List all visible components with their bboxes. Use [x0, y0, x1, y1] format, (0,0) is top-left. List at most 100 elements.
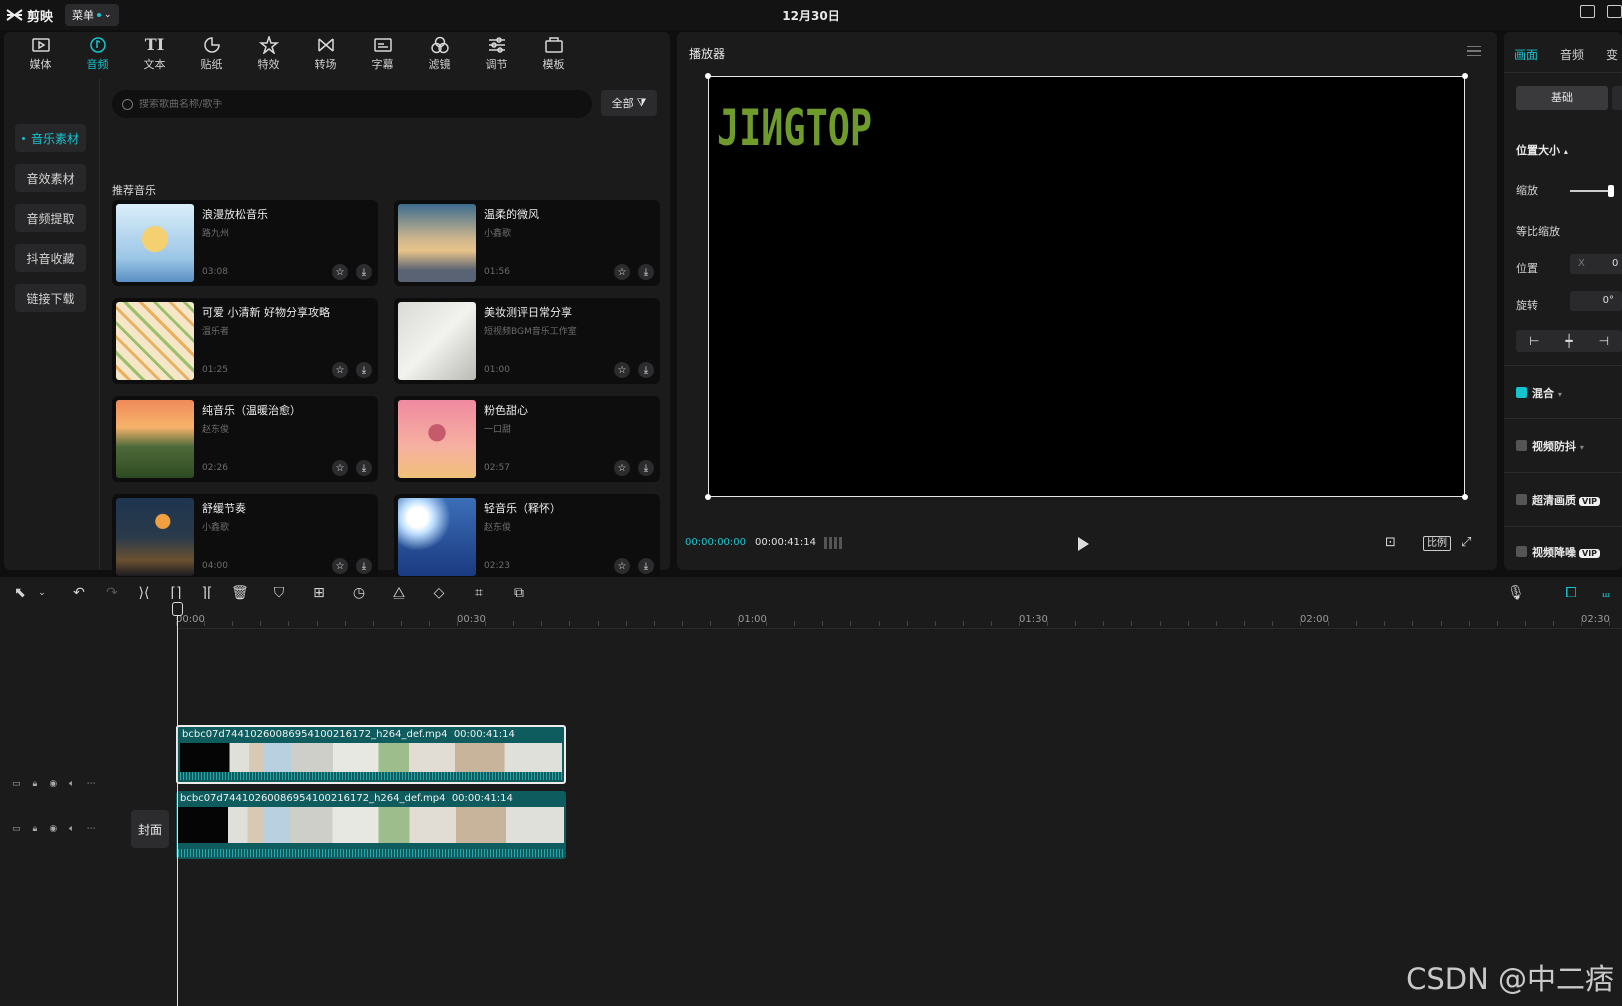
download-icon[interactable]: ⤓ — [638, 264, 654, 280]
tab-text[interactable]: TI 文本 — [126, 32, 183, 76]
reverse-icon[interactable]: ◷ — [351, 585, 367, 601]
category-audio-extract[interactable]: 音频提取 — [15, 204, 86, 232]
hd-checkbox[interactable] — [1516, 494, 1527, 505]
music-card[interactable]: 浪漫放松音乐 路九州 03:08 ☆ ⤓ — [112, 200, 378, 286]
music-card[interactable]: 温柔的微风 小鑫歌 01:56 ☆ ⤓ — [394, 200, 660, 286]
align-right-icon[interactable]: ⊣ — [1599, 334, 1609, 348]
layout-icon[interactable] — [1607, 5, 1622, 18]
time-ruler[interactable]: 00:00 00:30 01:00 01:30 02:00 02:30 — [176, 609, 1622, 629]
marker-icon[interactable]: ⛉ — [271, 585, 287, 601]
category-link-download[interactable]: 链接下载 — [15, 284, 86, 312]
video-clip[interactable]: bcbc07d74410260086954100216172_h264_def.… — [176, 791, 566, 859]
auto-snap-icon[interactable]: ⧢ — [1598, 585, 1614, 601]
eye-icon[interactable]: ◉ — [49, 779, 57, 789]
track-thumbnail-icon[interactable]: ▭ — [12, 824, 21, 834]
split-left-icon[interactable]: ⌈⌉ — [168, 585, 184, 601]
rotation-field[interactable]: 0° — [1570, 291, 1622, 311]
music-card[interactable]: 粉色甜心 一口甜 02:57 ☆ ⤓ — [394, 396, 660, 482]
tab-audio-props[interactable]: 音频 — [1560, 46, 1584, 63]
resize-handle[interactable] — [1462, 73, 1468, 79]
favorite-icon[interactable]: ☆ — [614, 558, 630, 574]
more-icon[interactable]: ⋯ — [87, 779, 96, 789]
download-icon[interactable]: ⤓ — [356, 362, 372, 378]
screenshot-icon[interactable]: ⊡ — [1385, 535, 1396, 550]
select-tool-icon[interactable]: ⬉ — [12, 585, 28, 601]
play-icon[interactable] — [1078, 537, 1089, 551]
redo-icon[interactable]: ↷ — [104, 585, 120, 601]
tab-media[interactable]: 媒体 — [12, 32, 69, 76]
scale-slider[interactable] — [1570, 190, 1612, 192]
waveform-toggle-icon[interactable] — [824, 537, 844, 549]
align-left-icon[interactable]: ⊢ — [1529, 334, 1539, 348]
tab-audio[interactable]: 音频 — [69, 32, 126, 76]
blend-checkbox[interactable] — [1516, 387, 1527, 398]
lock-icon[interactable]: 🔒︎ — [33, 779, 38, 789]
download-icon[interactable]: ⤓ — [638, 460, 654, 476]
eye-icon[interactable]: ◉ — [49, 824, 57, 834]
position-x-field[interactable]: X 0 — [1570, 254, 1622, 274]
favorite-icon[interactable]: ☆ — [332, 558, 348, 574]
split-right-icon[interactable]: ⌉⌈ — [199, 585, 215, 601]
tab-subtitle[interactable]: 字幕 — [354, 32, 411, 76]
filter-dropdown[interactable]: 全部 ⧩ — [601, 90, 657, 116]
music-card[interactable]: 舒缓节奏 小鑫歌 04:00 ☆ ⤓ — [112, 494, 378, 580]
tab-adjust[interactable]: 调节 — [468, 32, 525, 76]
category-sound-effects[interactable]: 音效素材 — [15, 164, 86, 192]
video-preview[interactable]: JIИGTOP — [705, 73, 1468, 500]
scale-slider-handle[interactable] — [1607, 185, 1614, 197]
more-icon[interactable]: ⋯ — [87, 824, 96, 834]
auto-reframe-icon[interactable]: ⧉ — [511, 585, 527, 601]
chevron-down-icon[interactable]: ⌄ — [34, 585, 50, 601]
shortcut-icon[interactable] — [1580, 5, 1595, 18]
download-icon[interactable]: ⤓ — [356, 264, 372, 280]
video-clip-selected[interactable]: bcbc07d74410260086954100216172_h264_def.… — [176, 725, 566, 784]
tab-more[interactable] — [1612, 86, 1622, 110]
ratio-button[interactable]: 比例 — [1423, 536, 1451, 551]
align-center-icon[interactable]: ┿ — [1565, 334, 1572, 348]
tab-basic[interactable]: 基础 — [1516, 86, 1608, 110]
download-icon[interactable]: ⤓ — [638, 362, 654, 378]
music-card[interactable]: 可爱 小清新 好物分享攻略 温乐者 01:25 ☆ ⤓ — [112, 298, 378, 384]
menu-button[interactable]: 菜单 ⌄ — [65, 4, 119, 26]
resize-handle[interactable] — [705, 73, 711, 79]
volume-icon[interactable]: 🔈︎ — [69, 779, 74, 789]
player-menu-icon[interactable] — [1467, 46, 1481, 56]
cover-button[interactable]: 封面 — [131, 810, 169, 848]
rotate-icon[interactable]: ◇ — [431, 585, 447, 601]
resize-handle[interactable] — [705, 494, 711, 500]
category-music[interactable]: 音乐素材 — [15, 124, 86, 152]
music-card[interactable]: 纯音乐（温暖治愈） 赵东俊 02:26 ☆ ⤓ — [112, 396, 378, 482]
tab-speed[interactable]: 变 — [1606, 46, 1618, 63]
lock-icon[interactable]: 🔒︎ — [33, 824, 38, 834]
delete-icon[interactable]: 🗑 — [231, 585, 249, 601]
download-icon[interactable]: ⤓ — [638, 558, 654, 574]
resize-handle[interactable] — [1462, 494, 1468, 500]
mirror-icon[interactable]: ⧋ — [391, 585, 407, 601]
denoise-checkbox[interactable] — [1516, 546, 1527, 557]
music-card[interactable]: 轻音乐（释怀） 赵东俊 02:23 ☆ ⤓ — [394, 494, 660, 580]
download-icon[interactable]: ⤓ — [356, 460, 372, 476]
favorite-icon[interactable]: ☆ — [614, 460, 630, 476]
freeze-icon[interactable]: ⊞ — [311, 585, 327, 601]
favorite-icon[interactable]: ☆ — [332, 460, 348, 476]
favorite-icon[interactable]: ☆ — [614, 264, 630, 280]
favorite-icon[interactable]: ☆ — [332, 264, 348, 280]
playhead-handle[interactable] — [172, 602, 183, 616]
split-icon[interactable]: ⟩⟨ — [136, 585, 152, 601]
stabilize-checkbox[interactable] — [1516, 440, 1527, 451]
track-thumbnail-icon[interactable]: ▭ — [12, 779, 21, 789]
crop-icon[interactable]: ⌗ — [471, 585, 487, 601]
category-douyin-favorites[interactable]: 抖音收藏 — [15, 244, 86, 272]
tab-picture[interactable]: 画面 — [1514, 46, 1538, 63]
favorite-icon[interactable]: ☆ — [614, 362, 630, 378]
fullscreen-icon[interactable]: ⤢ — [1461, 535, 1471, 550]
download-icon[interactable]: ⤓ — [356, 558, 372, 574]
main-track-magnet-icon[interactable]: ⧠ — [1563, 585, 1579, 601]
music-card[interactable]: 美妆测评日常分享 短视频BGM音乐工作室 01:00 ☆ ⤓ — [394, 298, 660, 384]
microphone-icon[interactable]: 🎙 — [1507, 585, 1525, 601]
tab-transition[interactable]: 转场 — [297, 32, 354, 76]
undo-icon[interactable]: ↶ — [71, 585, 87, 601]
playhead[interactable] — [177, 603, 178, 1006]
tab-effects[interactable]: 特效 — [240, 32, 297, 76]
music-search-input[interactable] — [139, 98, 559, 110]
